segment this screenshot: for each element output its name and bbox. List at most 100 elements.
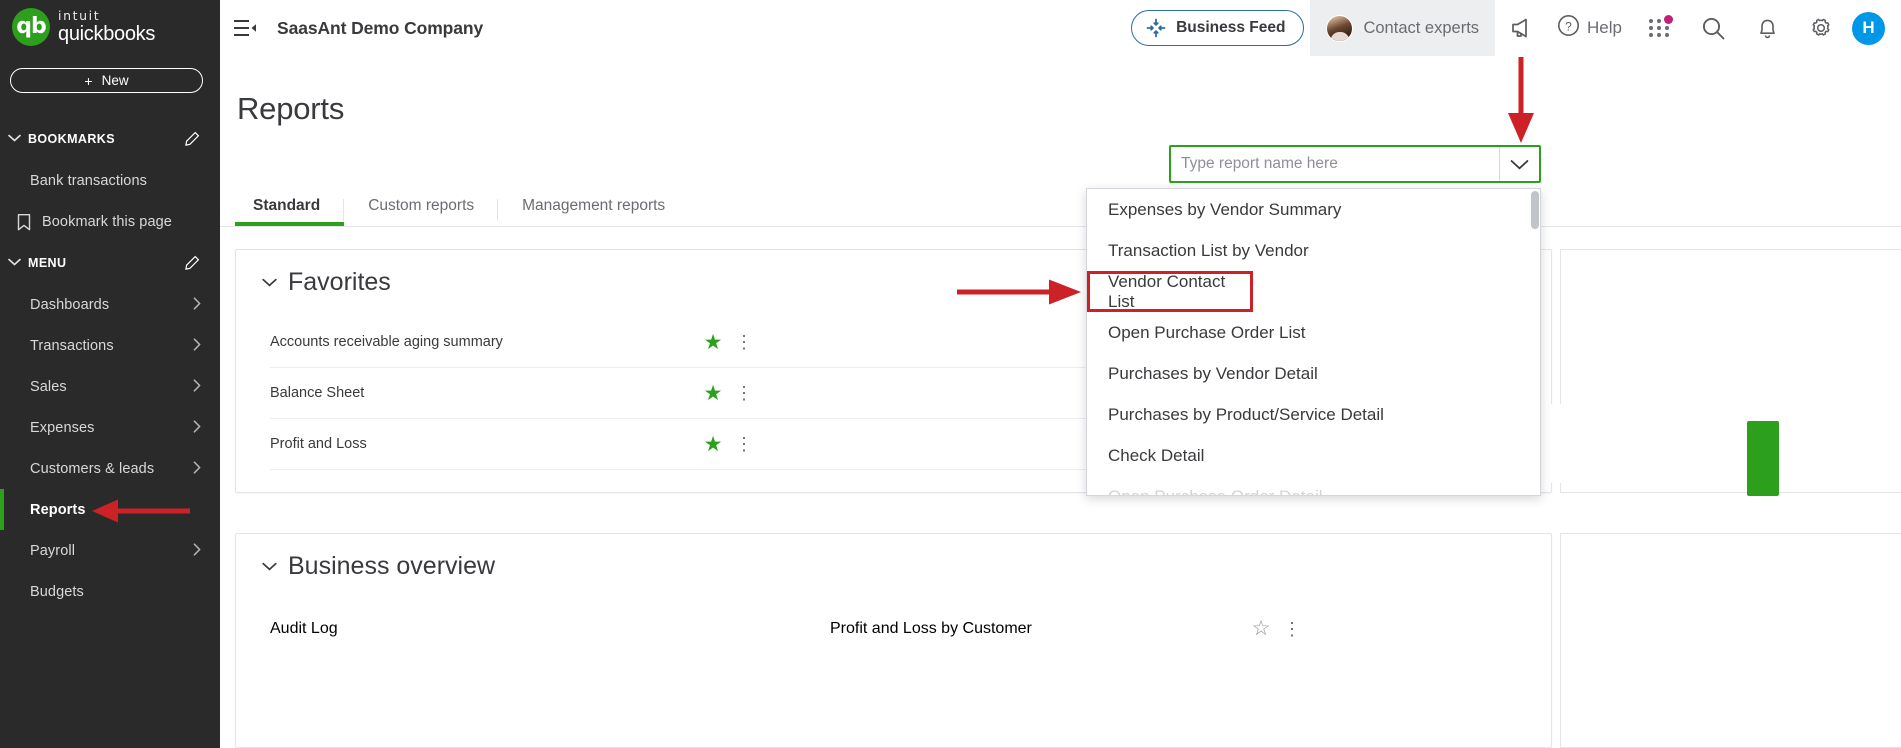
sidebar-item-label: Sales xyxy=(30,378,67,395)
user-avatar[interactable]: H xyxy=(1852,11,1885,45)
search-icon[interactable] xyxy=(1686,0,1740,56)
sidebar-item-label: Budgets xyxy=(30,583,84,600)
chevron-down-icon xyxy=(0,257,28,269)
left-sidebar: qb intuit quickbooks + New BOOKMARKS Ban… xyxy=(0,0,220,748)
dropdown-item-vendor-contact-list[interactable]: Vendor Contact List xyxy=(1087,271,1253,312)
contact-experts-button[interactable]: Contact experts xyxy=(1310,0,1496,56)
arrow-to-reports-nav xyxy=(90,498,192,524)
report-name-link[interactable]: Accounts receivable aging summary xyxy=(270,334,700,350)
favorite-star-filled-icon[interactable]: ★ xyxy=(700,383,726,404)
sidebar-item-dashboards[interactable]: Dashboards xyxy=(0,284,220,325)
quickbooks-reports-screen: qb intuit quickbooks + New BOOKMARKS Ban… xyxy=(0,0,1901,748)
tab-custom-reports[interactable]: Custom reports xyxy=(344,197,499,226)
dropdown-scrollbar[interactable] xyxy=(1531,191,1539,229)
dropdown-item-label: Check Detail xyxy=(1108,445,1205,465)
chevron-right-icon xyxy=(193,542,201,559)
megaphone-icon[interactable] xyxy=(1495,0,1549,56)
report-name-link[interactable]: Profit and Loss xyxy=(270,436,700,452)
table-row: Audit Log Profit and Loss by Customer ☆ … xyxy=(270,603,1517,654)
row-actions-kebab-icon[interactable]: ⋮ xyxy=(726,384,762,402)
dropdown-item-transaction-list-by-vendor[interactable]: Transaction List by Vendor xyxy=(1087,230,1540,271)
sidebar-item-label: Reports xyxy=(30,501,86,518)
arrow-to-vendor-contact-list xyxy=(955,278,1085,306)
quickbooks-mark-icon: qb xyxy=(12,8,50,46)
row-actions-kebab-icon[interactable]: ⋮ xyxy=(726,333,762,351)
gear-icon[interactable] xyxy=(1794,0,1848,56)
sidebar-section-menu[interactable]: MENU xyxy=(0,250,220,276)
sidebar-item-payroll[interactable]: Payroll xyxy=(0,530,220,571)
help-label: Help xyxy=(1587,18,1622,37)
sidebar-item-transactions[interactable]: Transactions xyxy=(0,325,220,366)
right-panel-partial-2 xyxy=(1560,533,1901,748)
dropdown-item-expenses-by-vendor-summary[interactable]: Expenses by Vendor Summary xyxy=(1087,189,1540,230)
expert-avatar xyxy=(1326,14,1354,42)
search-input[interactable] xyxy=(1171,147,1499,181)
notification-bell-icon[interactable] xyxy=(1740,0,1794,56)
chevron-down-icon xyxy=(0,133,28,145)
favorite-star-filled-icon[interactable]: ★ xyxy=(700,434,726,455)
favorite-star-filled-icon[interactable]: ★ xyxy=(700,332,726,353)
edit-bookmarks-pencil-icon[interactable] xyxy=(184,131,200,147)
chevron-right-icon xyxy=(193,337,201,354)
dropdown-item-open-purchase-order-list[interactable]: Open Purchase Order List xyxy=(1087,312,1540,353)
sidebar-item-bookmark-this-page[interactable]: Bookmark this page xyxy=(0,201,220,242)
chevron-right-icon xyxy=(193,419,201,436)
report-name-link[interactable]: Balance Sheet xyxy=(270,385,700,401)
dropdown-item-purchases-by-vendor-detail[interactable]: Purchases by Vendor Detail xyxy=(1087,353,1540,394)
apps-grid-icon[interactable] xyxy=(1632,0,1686,56)
sidebar-item-customers-and-leads[interactable]: Customers & leads xyxy=(0,448,220,489)
business-overview-header[interactable]: Business overview xyxy=(236,534,1551,581)
dropdown-item-label: Transaction List by Vendor xyxy=(1108,240,1309,260)
favorite-star-outline-icon[interactable]: ☆ xyxy=(1248,618,1274,639)
right-panel-green-accent xyxy=(1747,421,1779,496)
edit-menu-pencil-icon[interactable] xyxy=(184,255,200,271)
business-feed-spark-icon xyxy=(1145,17,1167,39)
help-button[interactable]: ? Help xyxy=(1549,0,1632,56)
bookmark-icon xyxy=(17,213,31,230)
report-search-field xyxy=(1169,145,1541,183)
arrow-to-dropdown-toggle xyxy=(1495,55,1555,145)
chevron-down-icon xyxy=(262,559,277,574)
apps-notification-dot xyxy=(1663,15,1673,24)
page-title: Reports xyxy=(237,91,345,126)
report-name-link[interactable]: Profit and Loss by Customer xyxy=(830,620,1248,638)
plus-icon: + xyxy=(84,72,93,89)
sidebar-item-label: Dashboards xyxy=(30,296,110,313)
search-dropdown-toggle[interactable] xyxy=(1499,147,1539,181)
favorites-title: Favorites xyxy=(288,268,391,296)
quickbooks-wordmark: quickbooks xyxy=(58,22,156,45)
sidebar-item-label: Transactions xyxy=(30,337,114,354)
business-feed-label: Business Feed xyxy=(1176,19,1286,36)
dropdown-item-open-purchase-order-detail[interactable]: Open Purchase Order Detail xyxy=(1087,476,1540,496)
dropdown-item-check-detail[interactable]: Check Detail xyxy=(1087,435,1540,476)
sidebar-item-sales[interactable]: Sales xyxy=(0,366,220,407)
dropdown-item-label: Purchases by Product/Service Detail xyxy=(1108,404,1384,424)
sidebar-item-budgets[interactable]: Budgets xyxy=(0,571,220,612)
business-overview-list: Audit Log Profit and Loss by Customer ☆ … xyxy=(236,603,1551,654)
tab-label: Management reports xyxy=(522,197,666,214)
business-feed-button[interactable]: Business Feed xyxy=(1131,10,1305,46)
dropdown-item-purchases-by-product-service-detail[interactable]: Purchases by Product/Service Detail xyxy=(1087,394,1540,435)
row-actions-kebab-icon[interactable]: ⋮ xyxy=(726,435,762,453)
dropdown-item-label: Open Purchase Order Detail xyxy=(1108,486,1323,496)
sidebar-item-label: Payroll xyxy=(30,542,76,559)
business-overview-title: Business overview xyxy=(288,552,496,580)
tab-label: Custom reports xyxy=(368,197,475,214)
report-name-link[interactable]: Audit Log xyxy=(270,620,830,638)
sidebar-item-label: Bank transactions xyxy=(30,172,147,189)
chevron-right-icon xyxy=(193,296,201,313)
chevron-down-icon xyxy=(262,275,277,290)
new-button[interactable]: + New xyxy=(10,68,203,93)
help-circle-icon: ? xyxy=(1557,14,1580,42)
hamburger-collapse-icon[interactable] xyxy=(233,15,259,41)
quickbooks-logo[interactable]: qb intuit quickbooks xyxy=(12,8,155,46)
row-actions-kebab-icon[interactable]: ⋮ xyxy=(1274,620,1310,638)
tab-standard[interactable]: Standard xyxy=(235,197,345,226)
report-tabs: Standard Custom reports Management repor… xyxy=(235,186,689,226)
sidebar-item-label: Expenses xyxy=(30,419,95,436)
sidebar-item-expenses[interactable]: Expenses xyxy=(0,407,220,448)
sidebar-section-bookmarks[interactable]: BOOKMARKS xyxy=(0,126,220,152)
tab-management-reports[interactable]: Management reports xyxy=(498,197,689,226)
chevron-right-icon xyxy=(193,460,201,477)
sidebar-item-bank-transactions[interactable]: Bank transactions xyxy=(0,160,220,201)
